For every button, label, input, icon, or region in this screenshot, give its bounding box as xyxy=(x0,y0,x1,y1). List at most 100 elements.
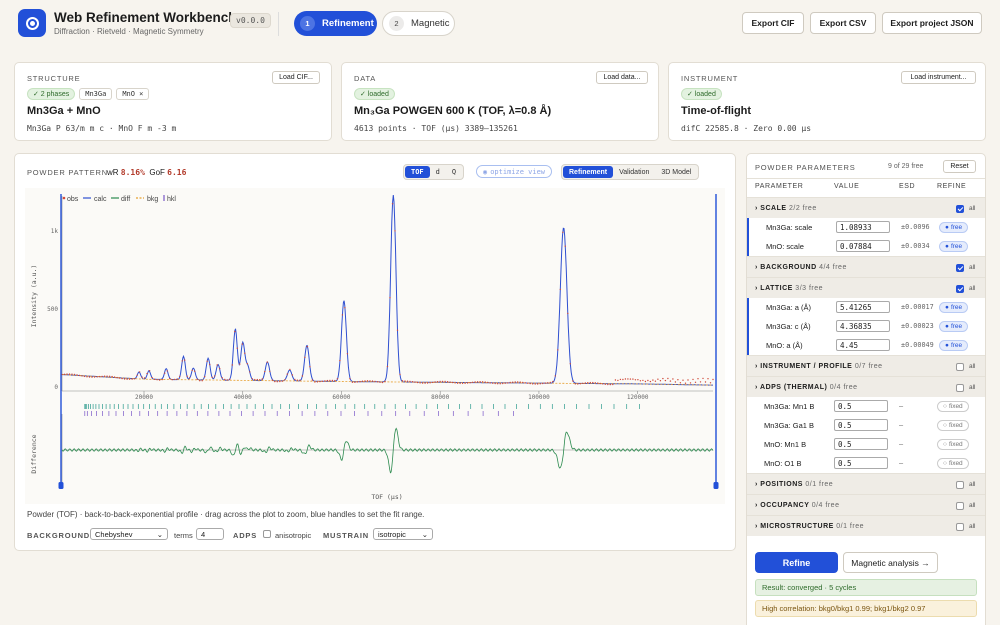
phase-chip-mn3ga[interactable]: Mn3Ga xyxy=(79,88,113,100)
param-esd: — xyxy=(899,421,904,429)
param-group-lattice[interactable]: › LATTICE 3/3 free all xyxy=(747,277,985,298)
range-handle-left[interactable] xyxy=(58,482,64,489)
obs-point xyxy=(597,382,599,384)
x-tick-label: 100000 xyxy=(528,394,550,401)
obs-point xyxy=(466,382,469,384)
chevron-down-icon: ⌄ xyxy=(156,529,163,539)
terms-input[interactable]: 4 xyxy=(196,528,224,540)
free-count: 9 of 29 free xyxy=(888,163,924,170)
param-value-input[interactable]: 0.5 xyxy=(834,400,888,412)
param-refine-toggle[interactable]: ● free xyxy=(939,321,969,332)
param-group-scale[interactable]: › SCALE 2/2 free all xyxy=(747,197,985,218)
param-group-occupancy[interactable]: › OCCUPANCY 0/4 free all xyxy=(747,494,985,515)
param-value-input[interactable]: 4.45 xyxy=(836,339,890,351)
obs-point xyxy=(386,365,389,368)
param-refine-toggle[interactable]: ● free xyxy=(939,222,969,233)
legend-calc: calc xyxy=(94,196,107,203)
obs-point xyxy=(624,378,627,380)
param-refine-toggle[interactable]: ○ fixed xyxy=(937,420,969,431)
export-json-button[interactable]: Export project JSON xyxy=(882,12,982,34)
obs-point xyxy=(356,381,359,383)
load-data-button[interactable]: Load data... xyxy=(596,71,648,84)
obs-point xyxy=(301,375,304,377)
param-value-input[interactable]: 4.36835 xyxy=(836,320,890,332)
load-cif-button[interactable]: Load CIF... xyxy=(272,71,320,84)
chevron-right-icon: › xyxy=(755,363,758,370)
param-value-input[interactable]: 1.08933 xyxy=(836,221,890,233)
mustrain-select[interactable]: isotropic ⌄ xyxy=(373,528,433,540)
magnetic-analysis-button[interactable]: Magnetic analysis → xyxy=(843,552,938,573)
obs-point xyxy=(179,375,181,378)
param-refine-toggle[interactable]: ○ fixed xyxy=(937,458,969,469)
export-cif-button[interactable]: Export CIF xyxy=(742,12,804,34)
param-value-input[interactable]: 0.5 xyxy=(834,438,888,450)
group-refine-checkbox[interactable] xyxy=(956,523,964,531)
param-refine-toggle[interactable]: ● free xyxy=(939,241,969,252)
group-refine-checkbox[interactable] xyxy=(956,264,964,272)
obs-point xyxy=(474,381,476,383)
param-refine-toggle[interactable]: ● free xyxy=(939,302,969,313)
axis-mode-tof[interactable]: TOF xyxy=(405,166,430,178)
obs-point xyxy=(341,314,344,316)
param-refine-toggle[interactable]: ○ fixed xyxy=(937,439,969,450)
obs-point xyxy=(707,378,709,380)
step-refinement[interactable]: 1 Refinement xyxy=(294,11,377,36)
group-count: 0/1 free xyxy=(805,481,834,488)
obs-point xyxy=(201,380,203,382)
obs-point xyxy=(234,330,236,333)
obs-point xyxy=(306,345,309,348)
background-select[interactable]: Chebyshev ⌄ xyxy=(90,528,168,540)
obs-point xyxy=(174,378,176,381)
param-value-input[interactable]: 0.5 xyxy=(834,419,888,431)
param-group-adps-thermal[interactable]: › ADPS (THERMAL) 0/4 free all xyxy=(747,376,985,397)
group-refine-checkbox[interactable] xyxy=(956,384,964,392)
obs-point xyxy=(276,381,278,383)
optimize-view-button[interactable]: ◉ optimize view xyxy=(476,165,553,178)
view-3d-model[interactable]: 3D Model xyxy=(655,166,697,178)
obs-point xyxy=(381,381,384,384)
obs-point xyxy=(71,373,73,375)
app-title: Web Refinement Workbench xyxy=(54,10,237,25)
anisotropic-checkbox[interactable] xyxy=(263,530,271,538)
param-group-background[interactable]: › BACKGROUND 4/4 free all xyxy=(747,256,985,277)
group-refine-checkbox[interactable] xyxy=(956,285,964,293)
range-handle-right[interactable] xyxy=(713,482,719,489)
group-all-label: all xyxy=(969,502,976,509)
obs-point xyxy=(562,231,564,233)
obs-point xyxy=(319,380,321,383)
phase-list: ✓ 2 phases Mn3Ga MnO × xyxy=(27,88,153,100)
param-value-input[interactable]: 0.5 xyxy=(834,457,888,469)
phase-chip-mno[interactable]: MnO × xyxy=(116,88,150,100)
obs-point xyxy=(579,383,581,385)
export-csv-button[interactable]: Export CSV xyxy=(810,12,876,34)
reset-button[interactable]: Reset xyxy=(943,160,976,173)
group-refine-checkbox[interactable] xyxy=(956,502,964,510)
view-validation[interactable]: Validation xyxy=(613,166,655,178)
param-group-positions[interactable]: › POSITIONS 0/1 free all xyxy=(747,473,985,494)
group-refine-checkbox[interactable] xyxy=(956,205,964,213)
obs-point xyxy=(136,374,138,376)
param-refine-toggle[interactable]: ○ fixed xyxy=(937,401,969,412)
group-refine-checkbox[interactable] xyxy=(956,363,964,371)
view-refinement[interactable]: Refinement xyxy=(563,166,614,178)
obs-point xyxy=(156,379,158,381)
param-group-instrument-profile[interactable]: › INSTRUMENT / PROFILE 0/7 free all xyxy=(747,355,985,376)
param-value-input[interactable]: 0.07884 xyxy=(836,240,890,252)
instrument-title: Time-of-flight xyxy=(681,105,752,117)
obs-point xyxy=(176,378,178,380)
obs-point xyxy=(602,383,604,385)
param-group-microstructure[interactable]: › MICROSTRUCTURE 0/1 free all xyxy=(747,515,985,536)
obs-point xyxy=(549,381,551,384)
obs-point xyxy=(76,374,78,376)
obs-point xyxy=(131,378,133,380)
param-refine-toggle[interactable]: ● free xyxy=(939,340,969,351)
refine-button[interactable]: Refine xyxy=(755,552,838,573)
powder-plot[interactable]: obs calc diff bkg hkl Intensity (a.u.) D… xyxy=(25,188,725,504)
obs-point xyxy=(677,379,679,381)
step-magnetic[interactable]: 2 Magnetic xyxy=(382,11,455,36)
axis-mode-d[interactable]: d xyxy=(430,166,446,178)
axis-mode-q[interactable]: Q xyxy=(446,166,462,178)
load-instrument-button[interactable]: Load instrument... xyxy=(901,71,976,84)
param-value-input[interactable]: 5.41265 xyxy=(836,301,890,313)
group-refine-checkbox[interactable] xyxy=(956,481,964,489)
